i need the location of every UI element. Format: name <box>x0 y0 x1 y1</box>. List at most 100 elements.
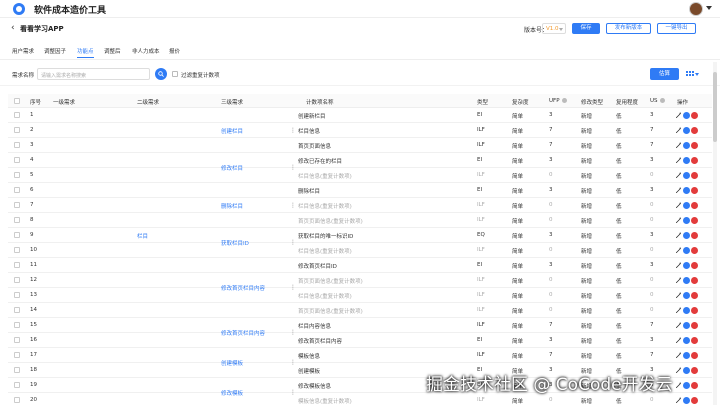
row-checkbox[interactable] <box>14 277 20 283</box>
level3-requirement[interactable]: 删除栏目 <box>221 202 243 210</box>
table-row[interactable]: 10 栏目信息(重复计数项) ILF 简单 0 新增 低 0 <box>8 243 712 258</box>
table-row[interactable]: 13 栏目信息(重复计数项) ILF 简单 0 新增 低 0 <box>8 288 712 303</box>
more-vertical-icon[interactable]: ⋮ <box>290 239 296 246</box>
grid-chevron-down-icon[interactable] <box>695 73 699 76</box>
edit-icon[interactable] <box>675 142 682 149</box>
row-checkbox[interactable] <box>14 232 20 238</box>
row-checkbox[interactable] <box>14 217 20 223</box>
table-row[interactable]: 17 模板信息 ILF 简单 7 新增 低 7 <box>8 348 712 363</box>
detail-icon[interactable] <box>683 322 690 329</box>
search-button[interactable] <box>155 68 167 80</box>
delete-icon[interactable] <box>691 382 698 389</box>
us-info-icon[interactable] <box>659 98 665 103</box>
column-grid-icon[interactable] <box>686 71 694 78</box>
detail-icon[interactable] <box>683 307 690 314</box>
table-row[interactable]: 9 获取栏目的唯一标识ID EQ 简单 3 新增 低 3 <box>8 228 712 243</box>
publish-version-button[interactable]: 发布新版本 <box>606 23 651 34</box>
tab-adjusted[interactable]: 调整后 <box>104 47 121 55</box>
table-row[interactable]: 15 栏目内容信息 ILF 简单 7 新增 低 7 <box>8 318 712 333</box>
delete-icon[interactable] <box>691 187 698 194</box>
version-select[interactable]: V1.0 <box>542 23 566 34</box>
detail-icon[interactable] <box>683 172 690 179</box>
edit-icon[interactable] <box>675 157 682 164</box>
export-button[interactable]: 一键导出 <box>657 23 696 34</box>
edit-icon[interactable] <box>675 247 682 254</box>
detail-icon[interactable] <box>683 292 690 299</box>
detail-icon[interactable] <box>683 397 690 404</box>
detail-icon[interactable] <box>683 247 690 254</box>
page-scrollbar[interactable] <box>713 62 717 405</box>
delete-icon[interactable] <box>691 142 698 149</box>
more-vertical-icon[interactable]: ⋮ <box>290 284 296 291</box>
table-row[interactable]: 3 首页页面信息 ILF 简单 7 新增 低 7 <box>8 138 712 153</box>
select-all-checkbox[interactable] <box>14 98 20 104</box>
row-checkbox[interactable] <box>14 337 20 343</box>
delete-icon[interactable] <box>691 157 698 164</box>
table-row[interactable]: 12 首页页面信息(重复计数项) ILF 简单 0 新增 低 0 <box>8 273 712 288</box>
edit-icon[interactable] <box>675 367 682 374</box>
detail-icon[interactable] <box>683 382 690 389</box>
delete-icon[interactable] <box>691 202 698 209</box>
row-checkbox[interactable] <box>14 202 20 208</box>
tab-function-points[interactable]: 功能点 <box>77 47 94 58</box>
row-checkbox[interactable] <box>14 172 20 178</box>
row-checkbox[interactable] <box>14 397 20 403</box>
level3-requirement[interactable]: 修改首页栏目内容 <box>221 329 265 337</box>
detail-icon[interactable] <box>683 127 690 134</box>
delete-icon[interactable] <box>691 307 698 314</box>
row-checkbox[interactable] <box>14 187 20 193</box>
level3-requirement[interactable]: 获取栏目ID <box>221 239 249 247</box>
delete-icon[interactable] <box>691 397 698 404</box>
user-avatar[interactable] <box>689 2 703 16</box>
table-row[interactable]: 6 删除栏目 EI 简单 3 新增 低 3 <box>8 183 712 198</box>
row-checkbox[interactable] <box>14 127 20 133</box>
delete-icon[interactable] <box>691 352 698 359</box>
delete-icon[interactable] <box>691 112 698 119</box>
delete-icon[interactable] <box>691 232 698 239</box>
delete-icon[interactable] <box>691 322 698 329</box>
edit-icon[interactable] <box>675 292 682 299</box>
delete-icon[interactable] <box>691 247 698 254</box>
detail-icon[interactable] <box>683 157 690 164</box>
scroll-thumb[interactable] <box>713 72 717 142</box>
edit-icon[interactable] <box>675 262 682 269</box>
detail-icon[interactable] <box>683 262 690 269</box>
table-row[interactable]: 7 栏目信息(重复计数项) ILF 简单 0 新增 低 0 <box>8 198 712 213</box>
requirement-search-input[interactable]: 请输入需求名称搜索 <box>37 68 150 80</box>
chevron-down-icon[interactable] <box>706 6 712 10</box>
row-checkbox[interactable] <box>14 292 20 298</box>
save-button[interactable]: 保存 <box>572 23 600 34</box>
more-vertical-icon[interactable]: ⋮ <box>290 389 296 396</box>
table-row[interactable]: 11 修改首页栏目ID EI 简单 3 新增 低 3 <box>8 258 712 273</box>
edit-icon[interactable] <box>675 307 682 314</box>
detail-icon[interactable] <box>683 217 690 224</box>
detail-icon[interactable] <box>683 277 690 284</box>
filter-duplicates-checkbox[interactable] <box>172 71 178 77</box>
delete-icon[interactable] <box>691 127 698 134</box>
level3-requirement[interactable]: 创建栏目 <box>221 127 243 135</box>
ufp-info-icon[interactable] <box>561 98 567 103</box>
table-row[interactable]: 14 首页页面信息(重复计数项) ILF 简单 0 新增 低 0 <box>8 303 712 318</box>
tab-quote[interactable]: 报价 <box>169 47 180 55</box>
edit-icon[interactable] <box>675 112 682 119</box>
edit-icon[interactable] <box>675 172 682 179</box>
table-row[interactable]: 5 栏目信息(重复计数项) ILF 简单 0 新增 低 0 <box>8 168 712 183</box>
table-row[interactable]: 16 修改首页栏目内容 EI 简单 3 新增 低 3 <box>8 333 712 348</box>
row-checkbox[interactable] <box>14 352 20 358</box>
row-checkbox[interactable] <box>14 112 20 118</box>
edit-icon[interactable] <box>675 322 682 329</box>
level3-requirement[interactable]: 修改模板 <box>221 389 243 397</box>
level2-requirement[interactable]: 栏目 <box>137 232 148 240</box>
level3-requirement[interactable]: 修改首页栏目内容 <box>221 284 265 292</box>
row-checkbox[interactable] <box>14 382 20 388</box>
tab-non-labor-cost[interactable]: 非人力成本 <box>132 47 160 55</box>
detail-icon[interactable] <box>683 142 690 149</box>
delete-icon[interactable] <box>691 262 698 269</box>
detail-icon[interactable] <box>683 232 690 239</box>
edit-icon[interactable] <box>675 397 682 404</box>
delete-icon[interactable] <box>691 217 698 224</box>
detail-icon[interactable] <box>683 337 690 344</box>
table-row[interactable]: 1 创建新栏目 EI 简单 3 新增 低 3 <box>8 108 712 123</box>
tab-user-requirements[interactable]: 用户需求 <box>12 47 34 55</box>
table-row[interactable]: 2 栏目信息 ILF 简单 7 新增 低 7 <box>8 123 712 138</box>
